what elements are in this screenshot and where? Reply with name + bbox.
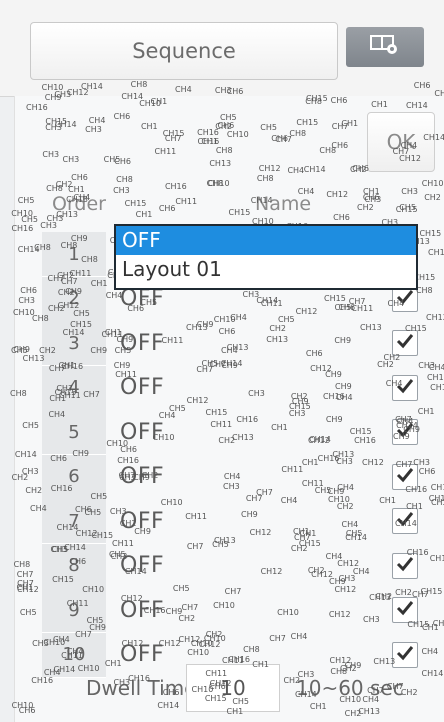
layout-settings-button[interactable] [346, 27, 424, 67]
dwell-time-input[interactable]: 10 [186, 664, 280, 712]
name-cell[interactable]: OFF [110, 499, 406, 543]
dwell-time-label: Dwell Time [86, 676, 197, 700]
name-cell[interactable]: OFF [110, 410, 406, 454]
checkmark-icon [396, 422, 414, 442]
name-cell[interactable]: OFF [110, 321, 406, 365]
dropdown-option-off[interactable]: OFF [116, 226, 416, 255]
row-checkbox[interactable] [392, 330, 418, 356]
table-row[interactable]: 7 OFF [42, 499, 432, 544]
dropdown-option-layout-01[interactable]: Layout 01 [116, 255, 416, 284]
checkmark-icon [396, 289, 414, 309]
row-checkbox[interactable] [392, 508, 418, 534]
checkmark-icon [396, 467, 414, 487]
order-cell: 6 [42, 454, 106, 500]
checkmark-icon [396, 600, 414, 620]
checkmark-icon [396, 378, 414, 398]
dwell-time-range: 10~60 sec [296, 676, 404, 700]
table-row[interactable]: 9 OFF [42, 588, 432, 633]
checkmark-icon [396, 556, 414, 576]
ok-button[interactable]: OK [367, 112, 435, 172]
sequence-button[interactable]: Sequence [30, 22, 338, 80]
table-row[interactable]: 3 OFF [42, 321, 432, 366]
order-cell: 9 [42, 588, 106, 633]
row-checkbox[interactable] [392, 463, 418, 490]
table-row[interactable]: 8 OFF [42, 543, 432, 589]
row-checkbox[interactable] [392, 374, 418, 401]
name-cell[interactable]: OFF [110, 544, 406, 588]
order-cell: 7 [42, 499, 106, 544]
name-column-header: Name [255, 193, 312, 215]
checkmark-icon [396, 511, 414, 531]
name-cell[interactable]: OFF [110, 455, 406, 499]
order-column-header: Order [52, 193, 106, 215]
row-checkbox[interactable] [392, 597, 418, 623]
order-cell: 3 [42, 321, 106, 366]
order-cell: 5 [42, 410, 106, 455]
name-cell[interactable]: OFF [110, 366, 406, 410]
order-cell: 4 [42, 365, 106, 411]
row-checkbox[interactable] [392, 552, 418, 579]
layout-settings-icon [370, 34, 400, 60]
order-cell: 8 [42, 543, 106, 589]
order-cell: 10 [42, 632, 106, 678]
table-row[interactable]: 4 OFF [42, 365, 432, 411]
table-row[interactable]: 5 OFF [42, 410, 432, 455]
name-cell[interactable]: OFF [110, 588, 406, 632]
table-row[interactable]: 6 OFF [42, 454, 432, 500]
row-checkbox[interactable] [392, 419, 418, 445]
row-checkbox[interactable] [392, 641, 418, 668]
layout-dropdown[interactable]: OFF Layout 01 [114, 224, 418, 290]
order-cell: 1 [42, 232, 106, 277]
checkmark-icon [396, 333, 414, 353]
order-cell: 2 [42, 276, 106, 322]
checkmark-icon [396, 645, 414, 665]
